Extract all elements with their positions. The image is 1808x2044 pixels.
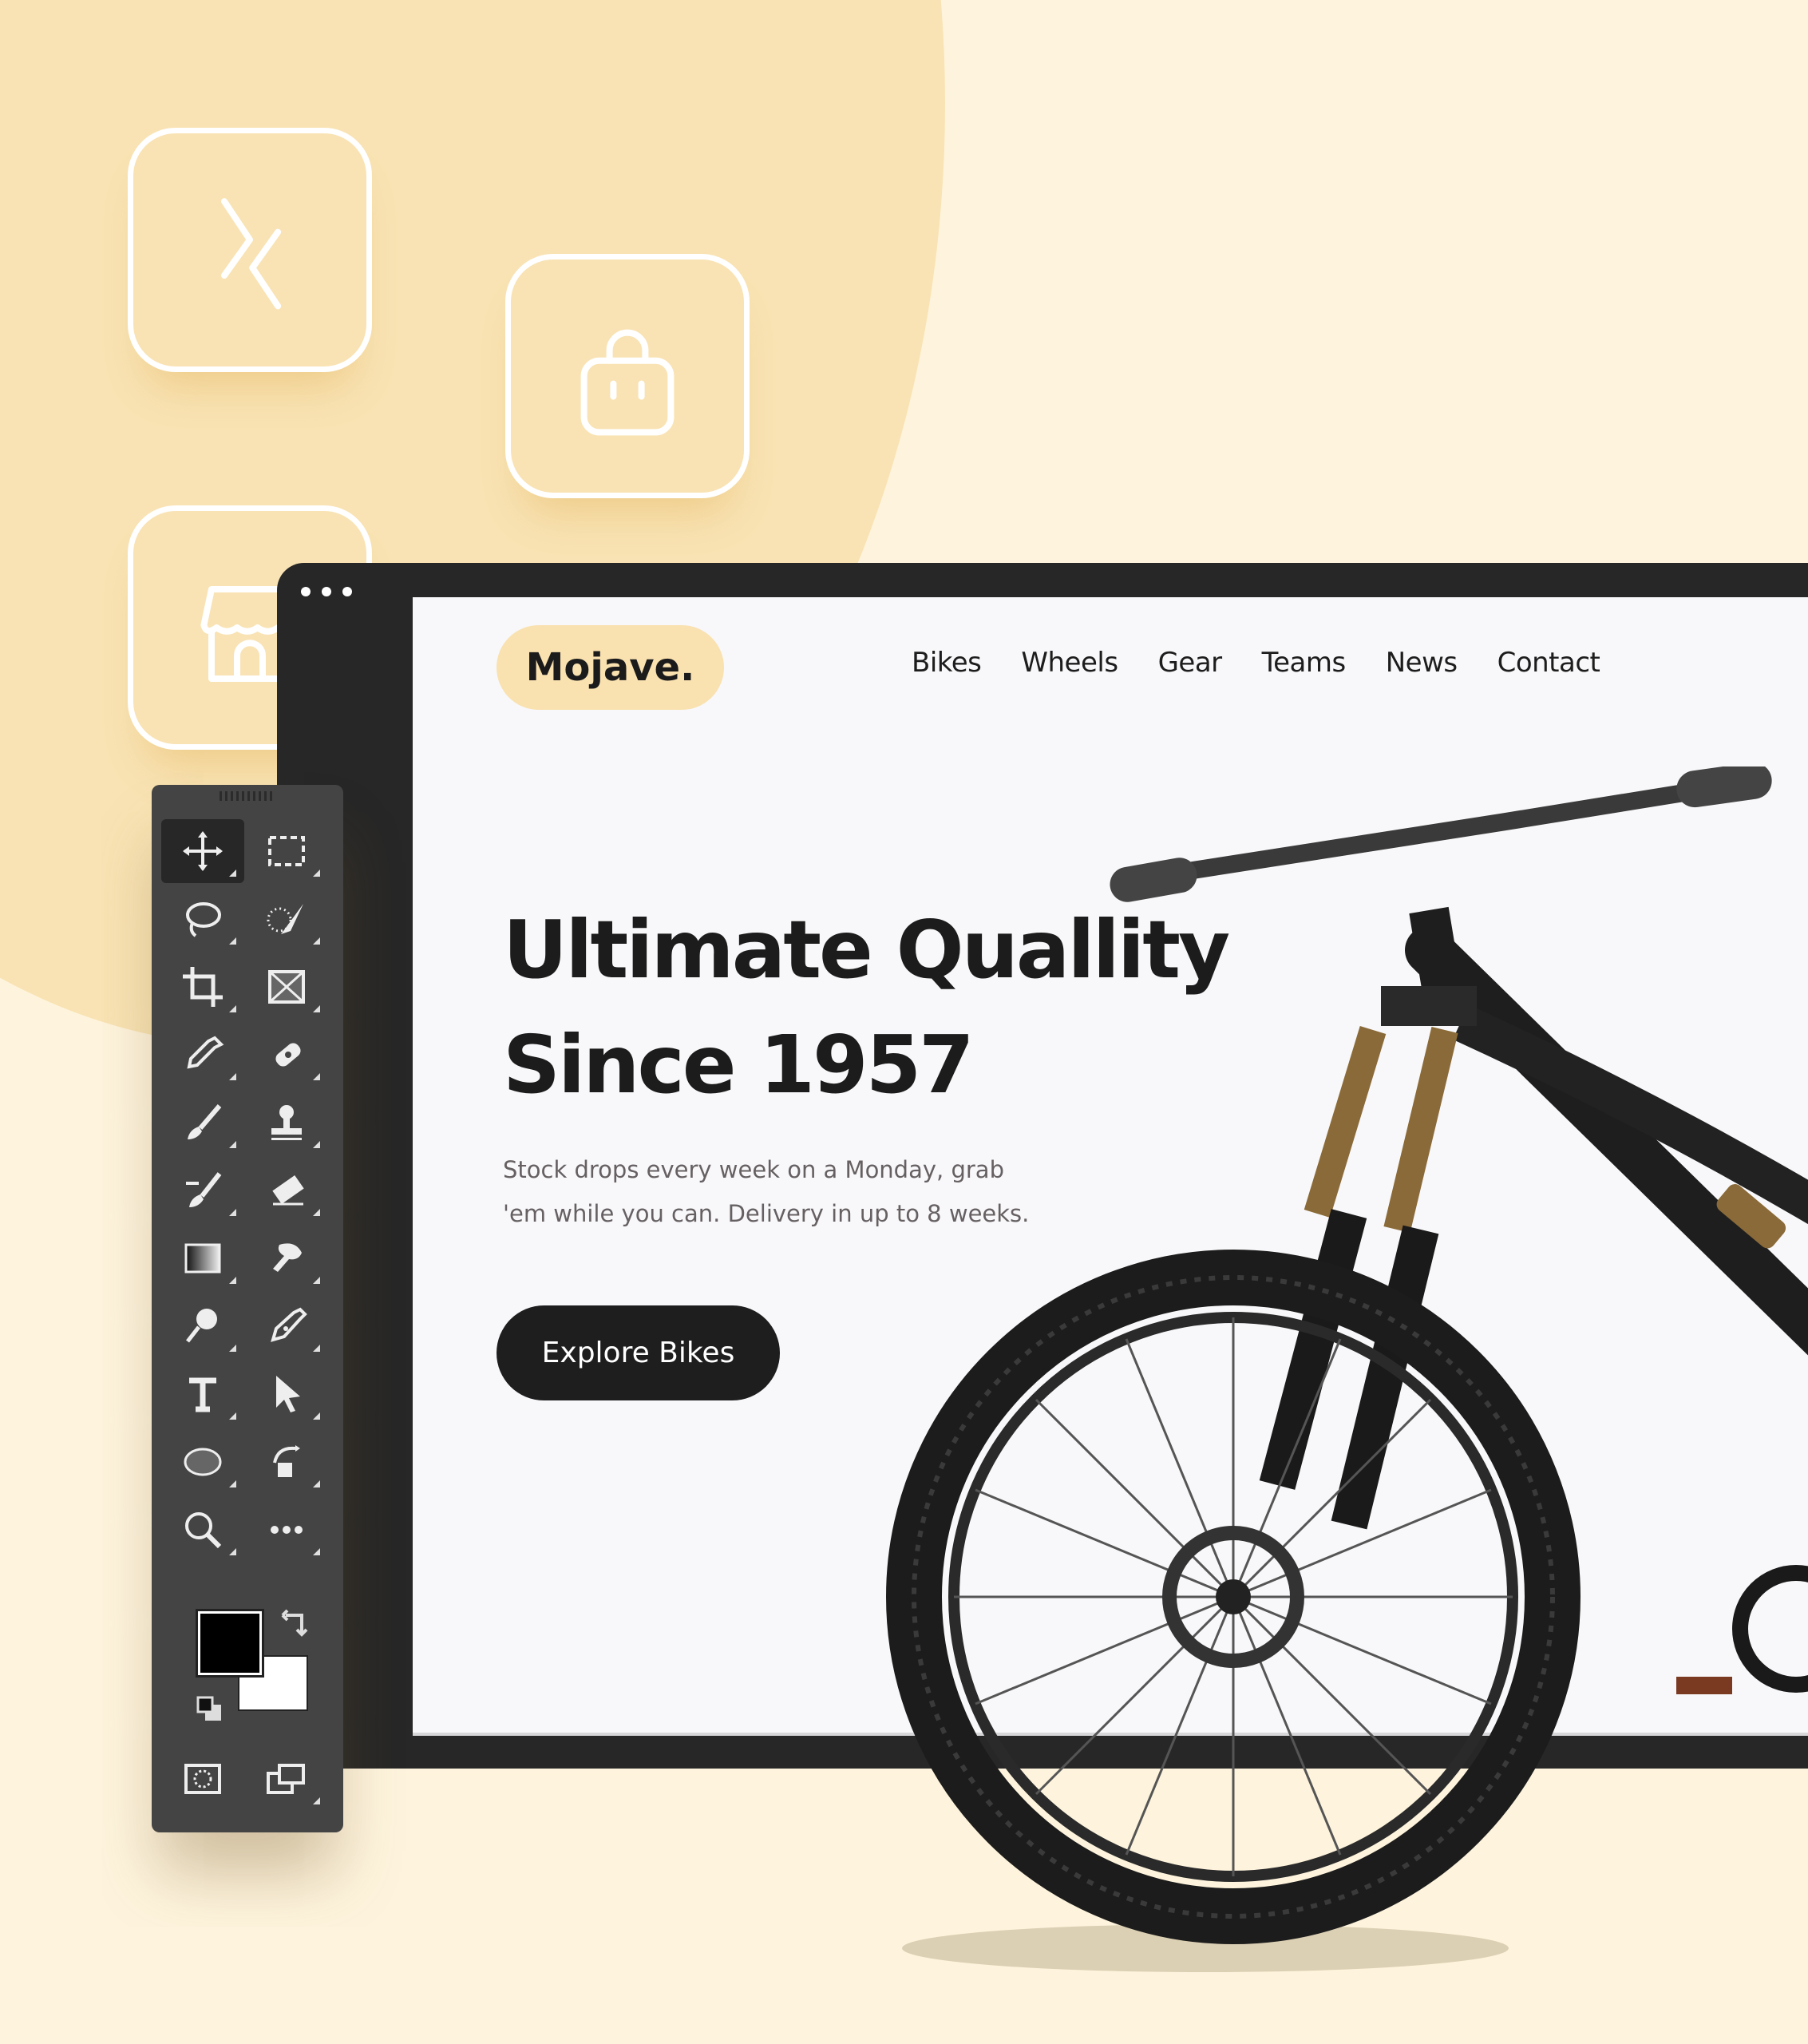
path-selection-tool[interactable] bbox=[245, 1362, 328, 1426]
site-logo[interactable]: Mojave. bbox=[497, 625, 724, 710]
gradient-icon bbox=[184, 1243, 221, 1274]
eyedropper-tool[interactable] bbox=[161, 1023, 244, 1087]
history-brush-tool[interactable] bbox=[161, 1159, 244, 1222]
nav-contact[interactable]: Contact bbox=[1497, 647, 1600, 679]
type-tool[interactable] bbox=[161, 1362, 244, 1426]
submenu-indicator bbox=[229, 1073, 236, 1080]
submenu-indicator bbox=[313, 1548, 320, 1555]
xcode-icon bbox=[221, 198, 282, 310]
quick-selection-icon bbox=[267, 904, 303, 934]
ellipse-icon bbox=[184, 1448, 222, 1476]
pen-tool[interactable] bbox=[245, 1294, 328, 1358]
submenu-indicator bbox=[229, 1209, 236, 1216]
default-colors-icon[interactable] bbox=[196, 1695, 224, 1724]
frame-icon bbox=[268, 970, 305, 1004]
eraser-icon bbox=[272, 1175, 304, 1206]
pen-icon bbox=[271, 1307, 307, 1342]
more-icon bbox=[271, 1526, 303, 1534]
smudge-tool[interactable] bbox=[245, 1226, 328, 1290]
screen-mode[interactable] bbox=[245, 1747, 328, 1811]
screen-icon bbox=[267, 1764, 305, 1794]
submenu-indicator bbox=[313, 1005, 320, 1012]
nav-teams[interactable]: Teams bbox=[1262, 647, 1347, 679]
submenu-indicator bbox=[229, 937, 236, 945]
submenu-indicator bbox=[313, 1797, 320, 1804]
dodge-tool[interactable] bbox=[161, 1294, 244, 1358]
xcode-app-tile[interactable] bbox=[128, 128, 372, 372]
path-selection-icon bbox=[276, 1376, 300, 1412]
submenu-indicator bbox=[313, 1209, 320, 1216]
healing-brush-tool[interactable] bbox=[245, 1023, 328, 1087]
submenu-indicator bbox=[229, 1480, 236, 1487]
type-icon bbox=[189, 1377, 216, 1412]
healing-brush-icon bbox=[275, 1043, 301, 1067]
zoom-tool[interactable] bbox=[161, 1498, 244, 1562]
submenu-indicator bbox=[313, 1277, 320, 1284]
move-icon bbox=[183, 831, 223, 871]
nav-wheels[interactable]: Wheels bbox=[1021, 647, 1118, 679]
nav-gear[interactable]: Gear bbox=[1158, 647, 1223, 679]
nav-news[interactable]: News bbox=[1386, 647, 1458, 679]
eyedropper-icon bbox=[187, 1036, 224, 1069]
submenu-indicator bbox=[313, 937, 320, 945]
lock-icon bbox=[580, 329, 675, 436]
submenu-indicator bbox=[229, 1277, 236, 1284]
explore-bikes-button[interactable]: Explore Bikes bbox=[497, 1305, 780, 1400]
eraser-tool[interactable] bbox=[245, 1159, 328, 1222]
nav-bikes[interactable]: Bikes bbox=[912, 647, 982, 679]
history-brush-icon bbox=[186, 1172, 222, 1207]
more-tools[interactable] bbox=[245, 1498, 328, 1562]
ellipse-tool[interactable] bbox=[161, 1430, 244, 1494]
submenu-indicator bbox=[229, 869, 236, 877]
rotate-view-icon bbox=[273, 1445, 300, 1477]
brush-icon bbox=[188, 1104, 222, 1139]
panel-drag-handle[interactable] bbox=[220, 791, 275, 801]
quick-mask-icon bbox=[184, 1764, 221, 1794]
submenu-indicator bbox=[229, 1412, 236, 1420]
swap-colors-icon[interactable] bbox=[279, 1607, 311, 1639]
tools-panel bbox=[152, 785, 343, 1832]
move-tool[interactable] bbox=[161, 819, 244, 883]
submenu-indicator bbox=[229, 1345, 236, 1352]
crop-icon bbox=[183, 967, 223, 1007]
submenu-indicator bbox=[229, 1005, 236, 1012]
submenu-indicator bbox=[229, 1548, 236, 1555]
window-menu-dots[interactable] bbox=[301, 587, 352, 596]
lasso-icon bbox=[186, 902, 221, 937]
lasso-tool[interactable] bbox=[161, 887, 244, 951]
submenu-indicator bbox=[229, 1141, 236, 1148]
submenu-indicator bbox=[313, 869, 320, 877]
smudge-icon bbox=[273, 1243, 302, 1272]
crop-tool[interactable] bbox=[161, 955, 244, 1019]
clone-stamp-tool[interactable] bbox=[245, 1091, 328, 1155]
dodge-icon bbox=[186, 1309, 217, 1343]
zoom-icon bbox=[185, 1512, 222, 1549]
submenu-indicator bbox=[313, 1480, 320, 1487]
site-nav: Bikes Wheels Gear Teams News Contact bbox=[912, 647, 1600, 679]
submenu-indicator bbox=[313, 1412, 320, 1420]
frame-tool[interactable] bbox=[245, 955, 328, 1019]
clone-stamp-icon bbox=[271, 1105, 302, 1140]
marquee-icon bbox=[268, 836, 305, 866]
submenu-indicator bbox=[313, 1073, 320, 1080]
submenu-indicator bbox=[313, 1345, 320, 1352]
mountain-bike-image bbox=[886, 766, 1808, 1972]
quick-selection-tool[interactable] bbox=[245, 887, 328, 951]
lock-app-tile[interactable] bbox=[505, 254, 750, 498]
quick-mask-mode[interactable] bbox=[161, 1747, 244, 1811]
foreground-color-swatch[interactable] bbox=[196, 1609, 264, 1678]
rotate-view-tool[interactable] bbox=[245, 1430, 328, 1494]
submenu-indicator bbox=[313, 1141, 320, 1148]
gradient-tool[interactable] bbox=[161, 1226, 244, 1290]
brush-tool[interactable] bbox=[161, 1091, 244, 1155]
marquee-tool[interactable] bbox=[245, 819, 328, 883]
